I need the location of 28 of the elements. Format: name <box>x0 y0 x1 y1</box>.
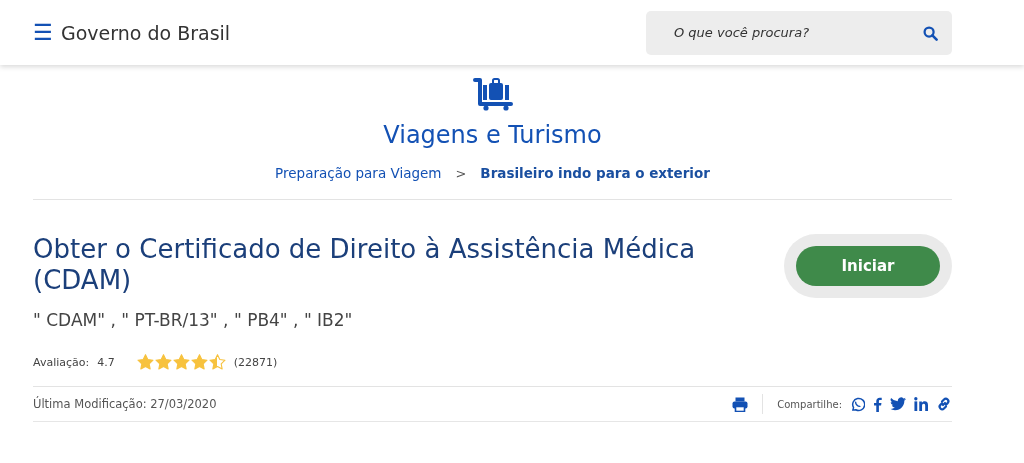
facebook-icon[interactable] <box>873 396 882 412</box>
site-name: Governo do Brasil <box>61 21 231 44</box>
star-icon <box>208 354 226 371</box>
luggage-cart-icon <box>471 77 514 111</box>
search-field[interactable]: O que você procura? <box>646 10 952 55</box>
rating-count: (22871) <box>233 355 278 369</box>
link-icon[interactable] <box>936 396 952 413</box>
rating-label: Avaliação: <box>33 355 90 369</box>
twitter-icon[interactable] <box>890 397 906 412</box>
breadcrumb-separator: > <box>455 165 467 181</box>
share-label: Compartilhe: <box>777 398 842 410</box>
rating-score: 4.7 <box>97 355 115 369</box>
breadcrumb-link[interactable]: Brasileiro indo para o exterior <box>480 165 710 181</box>
star-icon <box>172 354 190 371</box>
service-title: Obter o Certificado de Direito à Assistência Médica (CDAM) <box>33 234 697 297</box>
whatsapp-icon[interactable] <box>850 396 865 412</box>
start-button[interactable]: Iniciar <box>796 246 940 286</box>
star-icon <box>136 354 154 371</box>
star-icon <box>154 354 172 371</box>
breadcrumb-link[interactable]: Preparação para Viagem <box>275 165 442 181</box>
star-icon <box>190 354 208 371</box>
search-icon[interactable] <box>923 25 938 41</box>
last-modified: Última Modificação: 27/03/2020 <box>33 397 217 412</box>
linkedin-icon[interactable] <box>914 397 928 412</box>
category-title: Viagens e Turismo <box>383 121 602 149</box>
menu-button[interactable]: ☰ <box>33 21 53 44</box>
service-aliases: " CDAM" , " PT-BR/13" , " PB4" , " IB2" <box>33 310 354 331</box>
print-icon[interactable] <box>732 396 749 412</box>
